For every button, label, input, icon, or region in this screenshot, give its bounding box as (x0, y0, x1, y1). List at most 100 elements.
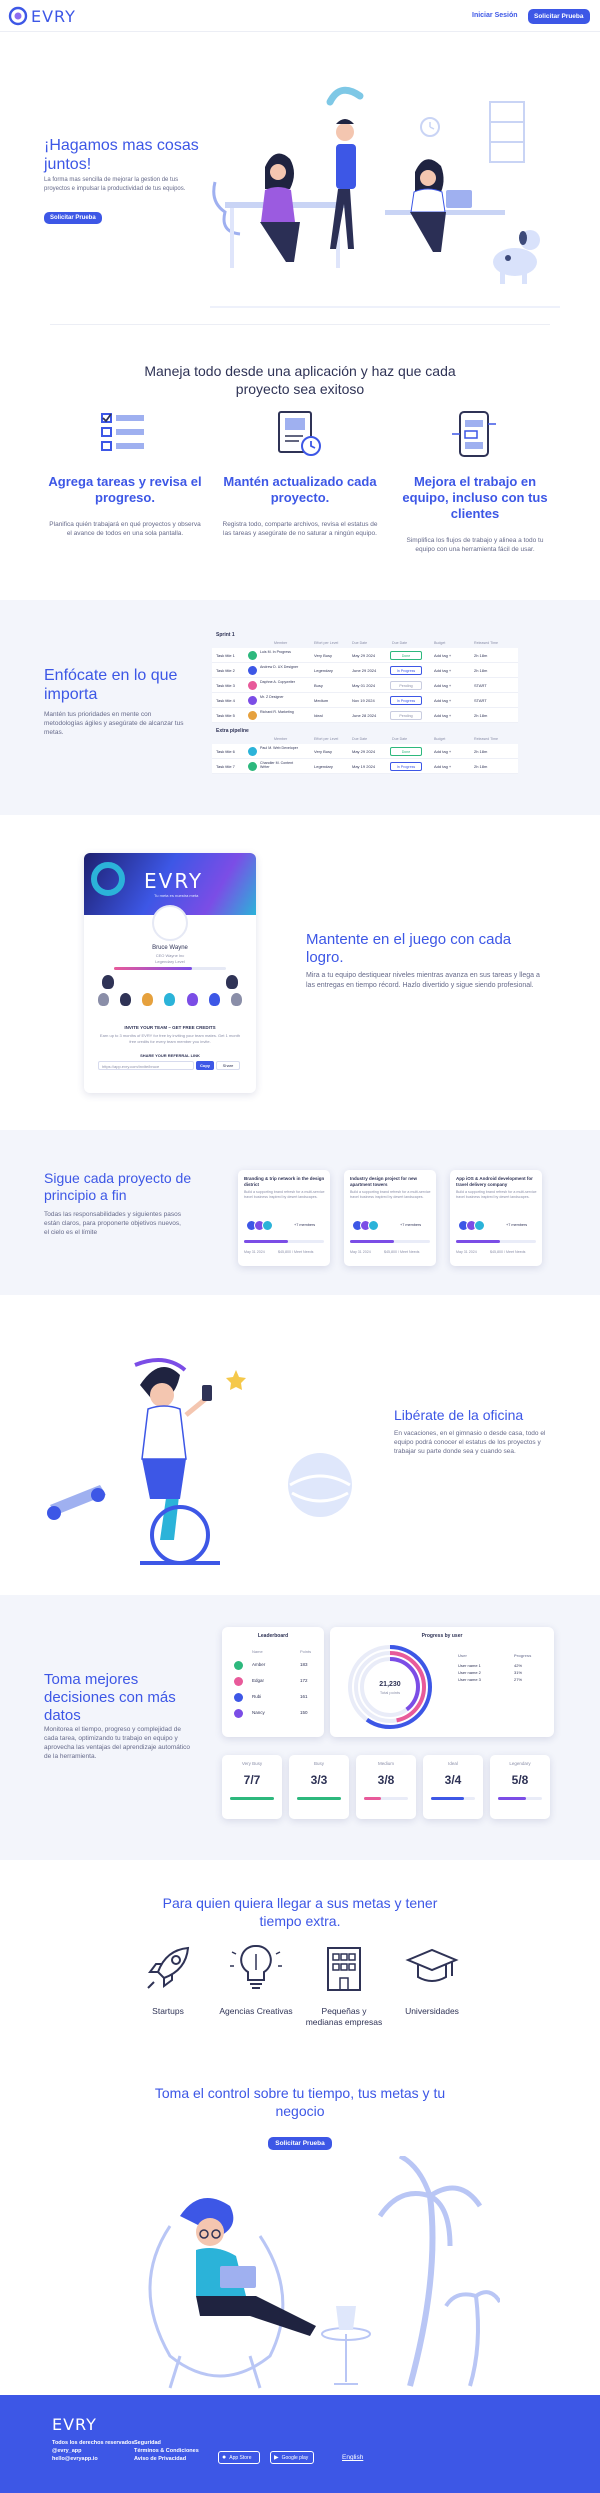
appstore-badge[interactable]: ● App Store (218, 2451, 260, 2464)
footer-social-link[interactable]: @evry_app (52, 2447, 134, 2455)
logo[interactable]: EVRY (8, 6, 76, 26)
project-card[interactable]: Branding & trip network in the design di… (238, 1170, 330, 1266)
table-row[interactable]: Task title 6 Paul M. Web Developer Very Bu… (212, 744, 518, 759)
footer-logo[interactable]: EVRY (52, 2415, 97, 2434)
stat-value: 3/8 (377, 1773, 395, 1787)
footer-security-link[interactable]: Seguridad (134, 2439, 199, 2447)
avatar (248, 747, 257, 756)
feature-title: Agrega tareas y revisa el progreso. (48, 474, 202, 505)
workflow-phone-icon (452, 411, 496, 457)
stat-card[interactable]: Very Busy 7/7 (222, 1755, 282, 1819)
control-cta-button[interactable]: Solicitar Prueba (268, 2137, 332, 2150)
language-link[interactable]: English (342, 2454, 363, 2461)
stat-label: Legendary (509, 1761, 531, 1766)
stat-card[interactable]: Medium 3/8 (356, 1755, 416, 1819)
projects-text: Todas las responsabilidades y siguientes… (44, 1211, 181, 1236)
status-badge[interactable]: Done (390, 651, 422, 660)
table-row[interactable]: Task title 5 Richard R. Marketing Ideal Jun… (212, 708, 518, 723)
avatar (234, 1693, 243, 1702)
table-row[interactable]: Task title 1 Luis M. In Progress Very Busy… (212, 648, 518, 663)
table-row[interactable]: Task title 3 Daphne A. Copywriter Busy May … (212, 678, 518, 693)
stat-progress-fill (431, 1797, 464, 1800)
leaderboard-row[interactable]: Nancy 150 (230, 1707, 316, 1721)
table-header-cell: Budget (434, 737, 446, 741)
googleplay-badge[interactable]: ▶ Google play (270, 2451, 314, 2464)
member-name: Richard R. Marketing (260, 710, 294, 714)
released-time-cell: 2h 18m (474, 653, 488, 658)
project-progress-track (244, 1240, 324, 1243)
stat-progress-track (230, 1797, 274, 1800)
status-badge[interactable]: Pending (390, 681, 422, 690)
progress-total-value: 21,230 (379, 1681, 401, 1688)
released-time-cell: 2h 18m (474, 668, 488, 673)
login-link[interactable]: Iniciar Sesión (472, 12, 518, 19)
share-button[interactable]: Share (216, 1061, 240, 1070)
stat-label: Medium (377, 1761, 394, 1766)
game-title: Mantente en el juego con cada logro. (306, 931, 512, 966)
projects-section: Sigue cada proyecto de principio a fin T… (0, 1130, 600, 1295)
stat-progress-fill (297, 1797, 341, 1800)
table-row[interactable]: Task title 4 Mr. Z Designer Medium Nov 19 2… (212, 693, 518, 708)
robot-avatar-icon (164, 993, 176, 1006)
add-tag-button[interactable]: Add tag + (434, 713, 451, 718)
footer-email-link[interactable]: hello@evryapp.io (52, 2455, 134, 2463)
hero-team-illustration (210, 86, 560, 308)
task-list-icon (101, 413, 144, 451)
game-section: EVRY Tu meta es nuestra meta Bruce Wayne… (0, 815, 600, 1130)
play-icon: ▶ (274, 2455, 279, 2461)
avatar (234, 1709, 243, 1718)
status-badge[interactable]: In Progress (390, 762, 422, 771)
decisions-title: Toma mejores decisiones con más datos (44, 1671, 176, 1724)
copy-button[interactable]: Copy (196, 1061, 214, 1070)
add-tag-button[interactable]: Add tag + (434, 683, 451, 688)
add-tag-button[interactable]: Add tag + (434, 668, 451, 673)
stat-card[interactable]: Busy 3/3 (289, 1755, 349, 1819)
features-section: Maneja todo desde una aplicación y haz q… (0, 340, 600, 580)
leaderboard-name: Rubi (252, 1694, 262, 1699)
table-row[interactable]: Task title 2 Andrew D. UX Designer Legenda… (212, 663, 518, 678)
footer-terms-link[interactable]: Términos & Condiciones (134, 2447, 199, 2455)
table-row[interactable]: Task title 7 Chandler M. Content Writer Le… (212, 759, 518, 774)
task-table-card: Sprint 1 Member Effort per Level Due Date D… (212, 632, 518, 782)
leaderboard-row[interactable]: Edgar 172 (230, 1675, 316, 1689)
trial-button[interactable]: Solicitar Prueba (528, 9, 590, 24)
referral-link-field[interactable]: https://app.evry.com/invite/bruce (98, 1061, 194, 1070)
leaderboard-row[interactable]: Amber 183 (230, 1659, 316, 1673)
leaderboard-row[interactable]: Rubi 161 (230, 1691, 316, 1705)
add-tag-button[interactable]: Add tag + (434, 698, 451, 703)
project-title: App iOS & Android development for travel… (456, 1176, 533, 1187)
project-date: May 31 2024 (244, 1250, 265, 1254)
effort-cell: Legendary (314, 764, 333, 769)
status-badge[interactable]: In Progress (390, 696, 422, 705)
stat-card[interactable]: Ideal 3/4 (423, 1755, 483, 1819)
stat-progress-track (431, 1797, 475, 1800)
stat-card[interactable]: Legendary 5/8 (490, 1755, 550, 1819)
header: EVRY Iniciar Sesión Solicitar Prueba (0, 0, 600, 32)
avatar (248, 651, 257, 660)
task-title: Task title 2 (216, 668, 235, 673)
footer-privacy-link[interactable]: Aviso de Privacidad (134, 2455, 199, 2463)
released-time-cell: 2h 18m (474, 713, 488, 718)
invite-title: INVITE YOUR TEAM – GET FREE CREDITS (124, 1025, 216, 1030)
table-header-cell: Due Date (352, 641, 368, 645)
effort-cell: Very Busy (314, 653, 333, 658)
project-card[interactable]: App iOS & Android development for travel… (450, 1170, 542, 1266)
add-tag-button[interactable]: Add tag + (434, 653, 451, 658)
hero-cta-button[interactable]: Solicitar Prueba (44, 212, 102, 224)
member-avatar (262, 1220, 273, 1231)
due-date-cell: June 29 2024 (352, 668, 377, 673)
status-badge[interactable]: Pending (390, 711, 422, 720)
stat-label: Very Busy (241, 1761, 263, 1766)
feature-title: Mejora el trabajo en equipo, incluso con… (402, 474, 548, 521)
leaderboard-header-points: Points (300, 1649, 312, 1654)
add-tag-button[interactable]: Add tag + (434, 764, 451, 769)
add-tag-button[interactable]: Add tag + (434, 749, 451, 754)
table-header-cell: Effort per Level (314, 641, 339, 645)
status-badge[interactable]: Done (390, 747, 422, 756)
stat-value: 7/7 (243, 1773, 261, 1787)
profile-role: CEO Wayne Inc (155, 953, 185, 958)
status-badge[interactable]: In Progress (390, 666, 422, 675)
project-card[interactable]: Industry design project for new apartmen… (344, 1170, 436, 1266)
audience-label: Universidades (405, 2006, 459, 2016)
audience-title: Para quien quiera llegar a sus metas y t… (162, 1895, 438, 1929)
